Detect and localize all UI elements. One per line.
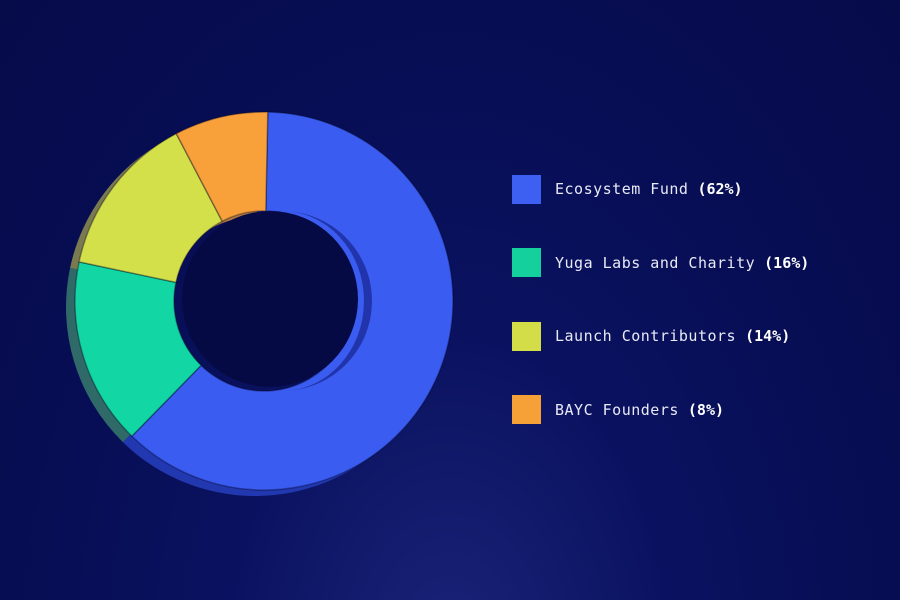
- legend-label: Launch Contributors: [555, 327, 737, 345]
- legend-swatch: [512, 395, 541, 424]
- donut-hole: [182, 211, 358, 387]
- legend-item-launch-contributors: Launch Contributors (14%): [512, 321, 809, 351]
- legend-percent: (14%): [745, 327, 791, 345]
- legend-swatch: [512, 174, 541, 204]
- legend-label: Ecosystem Fund: [555, 180, 689, 198]
- legend-item-yuga-labs-and-charity: Yuga Labs and Charity (16%): [512, 248, 809, 278]
- legend-swatch: [512, 321, 541, 351]
- legend-item-ecosystem-fund: Ecosystem Fund (62%): [512, 174, 809, 204]
- legend-label: BAYC Founders: [555, 400, 679, 419]
- legend-percent: (62%): [697, 180, 743, 198]
- chart-legend: Ecosystem Fund (62%) Yuga Labs and Chari…: [512, 174, 809, 468]
- legend-percent: (8%): [687, 400, 725, 419]
- legend-label: Yuga Labs and Charity: [555, 253, 756, 272]
- legend-percent: (16%): [764, 253, 810, 272]
- legend-swatch: [512, 248, 541, 277]
- legend-item-bayc-founders: BAYC Founders (8%): [512, 395, 809, 425]
